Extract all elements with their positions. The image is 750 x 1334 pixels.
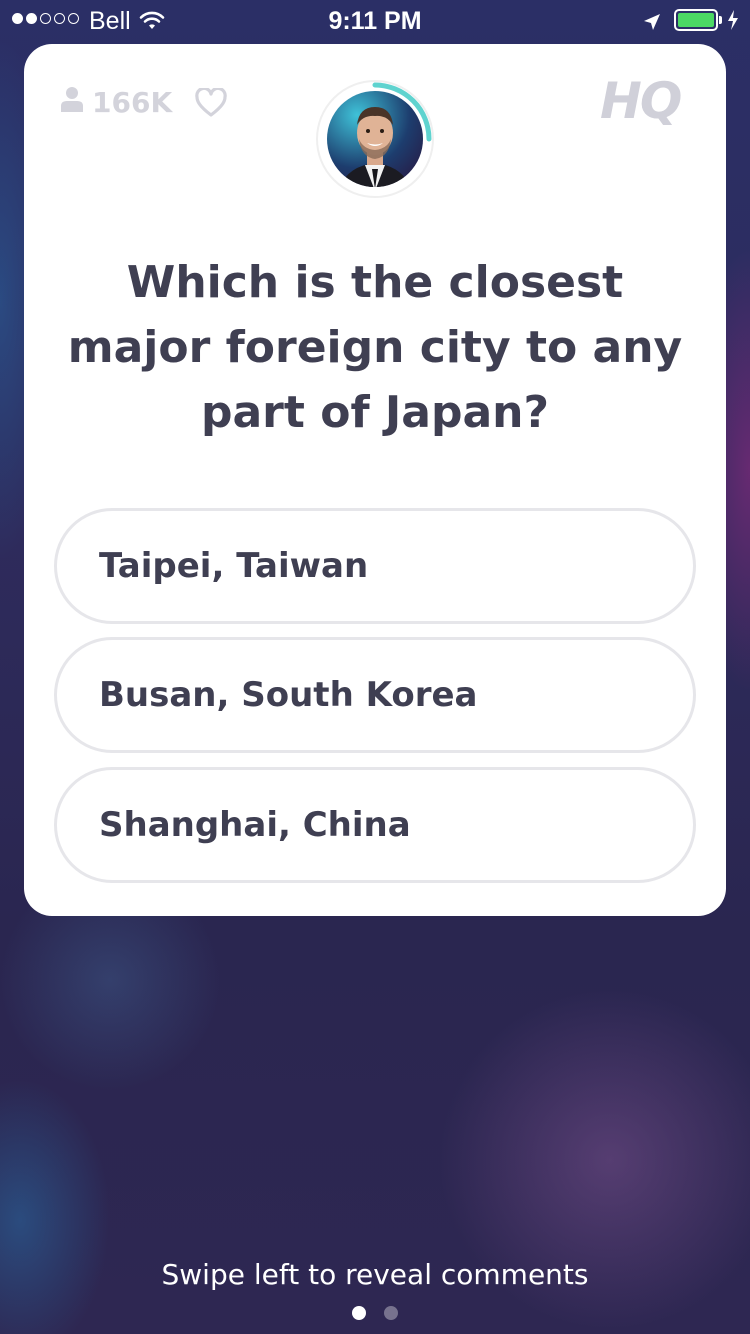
host-avatar (315, 79, 435, 199)
page-indicator[interactable] (0, 1306, 750, 1320)
hq-logo: HQ (600, 72, 682, 130)
question-card: 166K HQ Which is the closest major forei… (24, 44, 726, 916)
viewer-count: 166K (60, 86, 172, 119)
answer-option-1[interactable]: Taipei, Taiwan (54, 508, 696, 624)
answer-label: Shanghai, China (99, 805, 411, 845)
swipe-hint: Swipe left to reveal comments (161, 1258, 589, 1291)
charging-icon (726, 9, 740, 38)
answer-option-3[interactable]: Shanghai, China (54, 767, 696, 883)
question-text: Which is the closest major foreign city … (67, 257, 683, 438)
heart-icon[interactable] (194, 86, 228, 122)
battery-icon (674, 9, 722, 31)
battery-level (678, 13, 714, 27)
location-icon (642, 10, 662, 39)
viewer-count-label: 166K (92, 86, 173, 119)
answer-option-2[interactable]: Busan, South Korea (54, 637, 696, 753)
status-bar: Bell 9:11 PM (0, 0, 750, 40)
page-dot-active (352, 1306, 366, 1320)
status-time: 9:11 PM (328, 7, 422, 35)
person-icon (60, 86, 84, 119)
page-dot (384, 1306, 398, 1320)
answer-label: Taipei, Taiwan (99, 546, 369, 586)
answer-label: Busan, South Korea (99, 675, 478, 715)
